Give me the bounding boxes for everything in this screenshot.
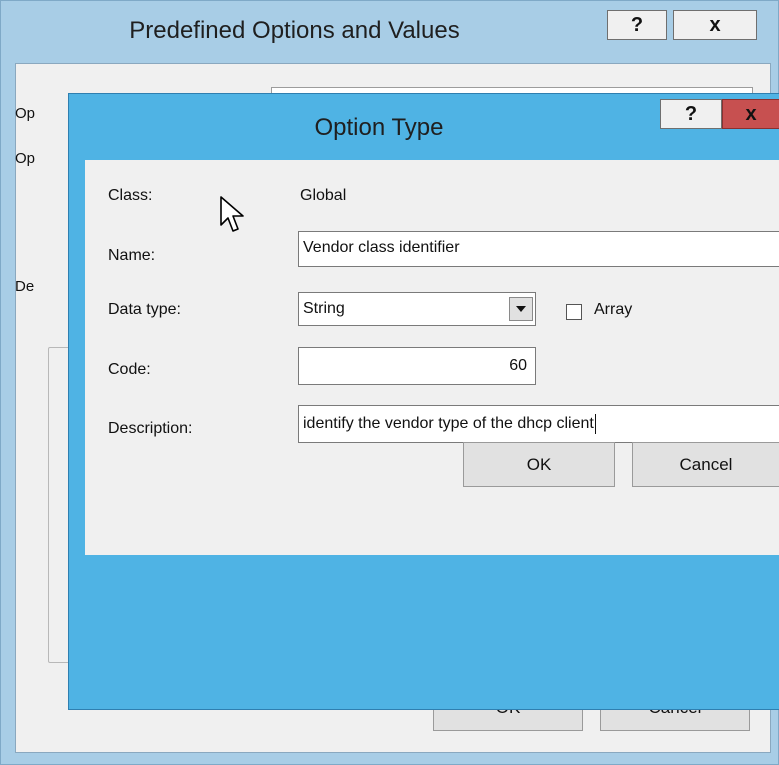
class-label: Class: <box>108 187 153 204</box>
help-button[interactable]: ? <box>660 99 722 129</box>
name-label: Name: <box>108 247 156 264</box>
data-type-select[interactable]: String <box>298 292 536 326</box>
mouse-pointer-icon <box>219 195 251 239</box>
description-input[interactable]: identify the vendor type of the dhcp cli… <box>298 405 779 443</box>
cancel-button[interactable]: Cancel <box>632 442 779 487</box>
description-value: identify the vendor type of the dhcp cli… <box>303 415 594 432</box>
option-class-label: Op <box>15 105 36 122</box>
class-value: Global <box>300 187 347 204</box>
bg-help-button[interactable]: ? <box>607 10 667 40</box>
text-cursor <box>594 413 596 434</box>
option-name-label: Op <box>15 150 36 167</box>
name-input[interactable]: Vendor class identifier <box>298 231 779 267</box>
chevron-down-icon[interactable] <box>509 297 533 321</box>
code-input[interactable]: 60 <box>298 347 536 385</box>
data-type-value: String <box>303 300 345 317</box>
ok-button[interactable]: OK <box>463 442 615 487</box>
close-button[interactable]: x <box>722 99 779 129</box>
data-type-label: Data type: <box>108 301 181 318</box>
bg-close-button[interactable]: x <box>673 10 757 40</box>
code-label: Code: <box>108 361 151 378</box>
array-checkbox[interactable] <box>566 304 582 320</box>
array-label[interactable]: Array <box>594 301 632 319</box>
description-label-field: Description: <box>108 420 193 437</box>
description-label: De <box>15 278 35 295</box>
